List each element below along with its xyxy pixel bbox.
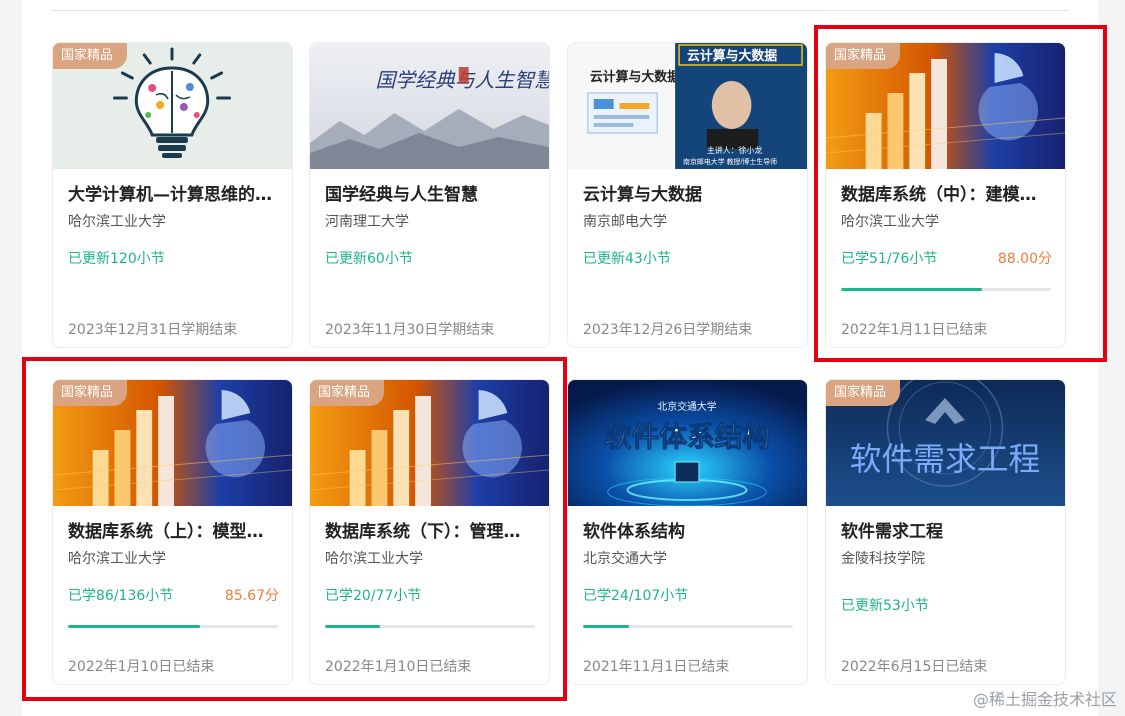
- course-card[interactable]: 国家精品 数据库系统（中）：建模与设计 哈尔滨工业大学 已学51/76小节 88…: [825, 42, 1066, 348]
- course-title[interactable]: 国学经典与人生智慧: [325, 180, 537, 205]
- course-card[interactable]: 北京交通大学 软件体系结构 软件体系结构 北京交通大学 已学24/107小节 2…: [567, 379, 808, 685]
- svg-text:软件体系结构: 软件体系结构: [604, 421, 771, 452]
- course-school: 金陵科技学院: [841, 551, 925, 567]
- progress-bar-fill: [325, 625, 380, 628]
- national-quality-badge: 国家精品: [53, 43, 128, 69]
- course-end-date: 2022年1月11日已结束: [841, 322, 988, 338]
- course-title[interactable]: 数据库系统（中）：建模与设计: [841, 180, 1053, 205]
- progress-bar-fill: [583, 625, 630, 628]
- svg-text:南京邮电大学 教授/博士生导师: 南京邮电大学 教授/博士生导师: [683, 157, 777, 166]
- national-quality-badge: 国家精品: [53, 380, 128, 406]
- course-card[interactable]: 国学经典与人生智慧 国学经典与人生智慧 河南理工大学 已更新60小节 2023年…: [309, 42, 550, 348]
- course-title[interactable]: 数据库系统（上）：模型与语言: [68, 517, 280, 542]
- course-school: 哈尔滨工业大学: [325, 551, 423, 567]
- national-quality-badge: 国家精品: [826, 380, 901, 406]
- course-status: 已更新53小节: [841, 598, 929, 614]
- course-progress-text: 已学86/136小节: [68, 588, 174, 604]
- course-card[interactable]: 软件需求工程 国家精品 软件需求工程 金陵科技学院 已更新53小节 2022年6…: [825, 379, 1066, 685]
- svg-text:云计算与大数据: 云计算与大数据: [590, 69, 680, 84]
- course-card[interactable]: 国家精品 数据库系统（上）：模型与语言 哈尔滨工业大学 已学86/136小节 8…: [52, 379, 293, 685]
- svg-text:云计算与大数据: 云计算与大数据: [687, 48, 777, 63]
- svg-text:主讲人：徐小龙: 主讲人：徐小龙: [707, 145, 762, 155]
- divider: [52, 10, 1068, 11]
- svg-text:北京交通大学: 北京交通大学: [657, 400, 716, 413]
- course-cover-image: 国学经典与人生智慧: [310, 43, 549, 169]
- course-progress-text: 已学51/76小节: [841, 251, 938, 267]
- course-school: 河南理工大学: [325, 214, 409, 230]
- course-end-date: 2022年6月15日已结束: [841, 659, 988, 675]
- course-status: 已更新60小节: [325, 251, 413, 267]
- course-status: 已更新120小节: [68, 251, 165, 267]
- progress-bar: [325, 625, 535, 628]
- course-end-date: 2023年11月30日学期结束: [325, 322, 495, 338]
- course-title[interactable]: 软件体系结构: [583, 517, 795, 542]
- course-title[interactable]: 数据库系统（下）：管理与技术: [325, 517, 537, 542]
- course-end-date: 2023年12月31日学期结束: [68, 322, 238, 338]
- national-quality-badge: 国家精品: [310, 380, 385, 406]
- course-title[interactable]: 软件需求工程: [841, 517, 1053, 542]
- course-card[interactable]: 国家精品 数据库系统（下）：管理与技术 哈尔滨工业大学 已学20/77小节 20…: [309, 379, 550, 685]
- watermark: @稀土掘金技术社区: [972, 690, 1117, 709]
- progress-bar: [68, 625, 278, 628]
- course-card[interactable]: 云计算与大数据 云计算与大数据 主讲人：徐小龙 南京邮电大学 教授/博士生导师 …: [567, 42, 808, 348]
- progress-bar: [583, 625, 793, 628]
- svg-text:软件需求工程: 软件需求工程: [850, 440, 1040, 478]
- course-school: 北京交通大学: [583, 551, 667, 567]
- progress-bar: [841, 288, 1051, 291]
- course-score: 88.00分: [997, 251, 1052, 267]
- progress-bar-fill: [841, 288, 982, 291]
- national-quality-badge: 国家精品: [826, 43, 901, 69]
- course-end-date: 2022年1月10日已结束: [325, 659, 472, 675]
- course-school: 哈尔滨工业大学: [841, 214, 939, 230]
- course-status: 已更新43小节: [583, 251, 671, 267]
- course-progress-text: 已学20/77小节: [325, 588, 422, 604]
- course-end-date: 2023年12月26日学期结束: [583, 322, 753, 338]
- course-title[interactable]: 大学计算机—计算思维的视角: [68, 180, 280, 205]
- course-school: 南京邮电大学: [583, 214, 667, 230]
- course-cover-image: 云计算与大数据 云计算与大数据 主讲人：徐小龙 南京邮电大学 教授/博士生导师: [568, 43, 807, 169]
- course-end-date: 2022年1月10日已结束: [68, 659, 215, 675]
- course-school: 哈尔滨工业大学: [68, 214, 166, 230]
- course-end-date: 2021年11月1日已结束: [583, 659, 730, 675]
- course-card[interactable]: 国家精品 大学计算机—计算思维的视角 哈尔滨工业大学 已更新120小节 2023…: [52, 42, 293, 348]
- course-school: 哈尔滨工业大学: [68, 551, 166, 567]
- course-cover-image: 北京交通大学 软件体系结构: [568, 380, 807, 506]
- progress-bar-fill: [68, 625, 201, 628]
- course-progress-text: 已学24/107小节: [583, 588, 689, 604]
- course-title[interactable]: 云计算与大数据: [583, 180, 795, 205]
- course-score: 85.67分: [224, 588, 279, 604]
